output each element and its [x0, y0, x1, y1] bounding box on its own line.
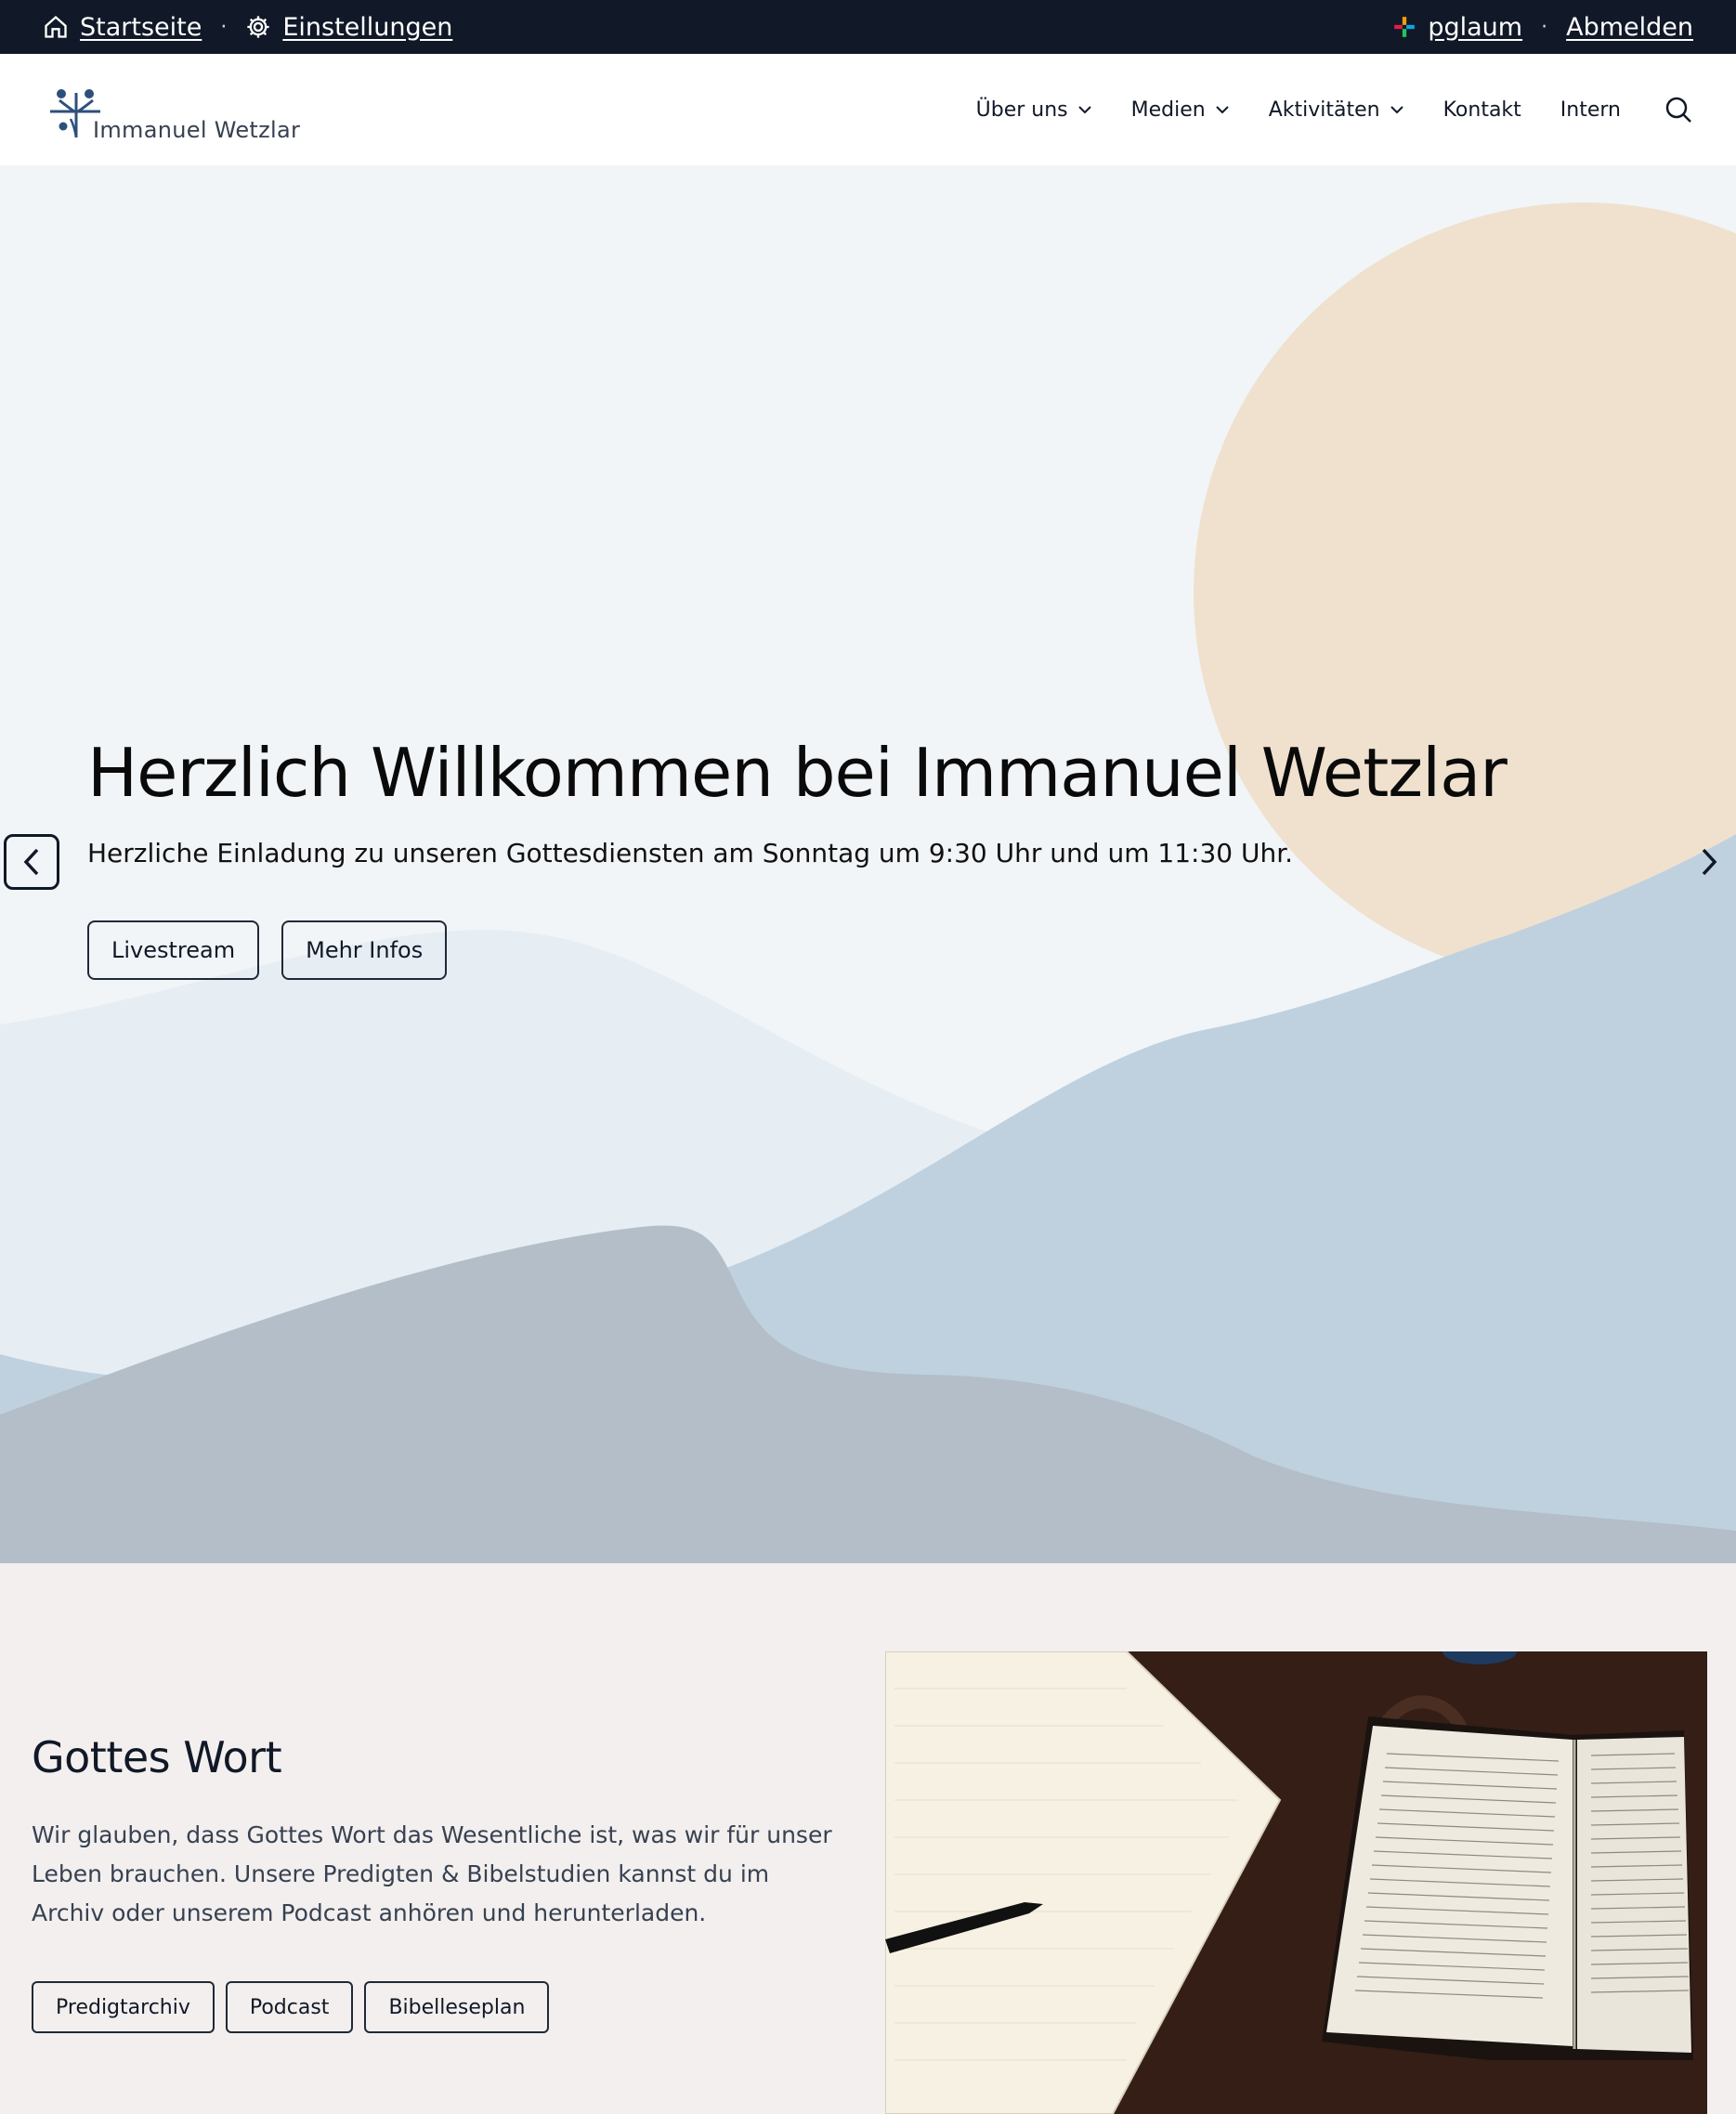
search-icon[interactable]: [1664, 95, 1693, 124]
nav-item-ueber-uns[interactable]: Über uns: [976, 98, 1092, 122]
predigtarchiv-button[interactable]: Predigtarchiv: [32, 1981, 215, 2033]
livestream-button[interactable]: Livestream: [87, 920, 260, 980]
nav-item-aktivitaeten[interactable]: Aktivitäten: [1269, 98, 1404, 122]
nav-item-label: Über uns: [975, 98, 1068, 122]
main-nav: Über uns Medien Aktivitäten Kontakt Inte…: [976, 95, 1693, 124]
section-buttons: Predigtarchiv Podcast Bibelleseplan: [32, 1981, 550, 2033]
nav-item-medien[interactable]: Medien: [1131, 98, 1230, 122]
nav-item-label: Kontakt: [1442, 98, 1521, 122]
admin-bar-left: Startseite · Einstellungen: [43, 13, 452, 42]
user-link[interactable]: pglaum: [1428, 13, 1522, 42]
bibelleseplan-button[interactable]: Bibelleseplan: [364, 1981, 550, 2033]
home-link[interactable]: Startseite: [80, 13, 202, 42]
admin-bar: Startseite · Einstellungen pglaum · Abme…: [0, 0, 1736, 54]
podcast-button[interactable]: Podcast: [225, 1981, 354, 2033]
hero-buttons: Livestream Mehr Infos: [87, 920, 448, 980]
chevron-down-icon: [1077, 106, 1091, 114]
site-logo[interactable]: Immanuel Wetzlar: [43, 72, 300, 147]
hero-slider: Herzlich Willkommen bei Immanuel Wetzlar…: [0, 165, 1736, 1563]
chevron-down-icon: [1390, 106, 1403, 114]
section-text: Wir glauben, dass Gottes Wort das Wesent…: [32, 1821, 832, 1926]
site-header: Immanuel Wetzlar Über uns Medien Aktivit…: [0, 54, 1736, 165]
hero-title: Herzlich Willkommen bei Immanuel Wetzlar: [87, 734, 1508, 812]
separator: ·: [220, 15, 228, 39]
home-icon[interactable]: [43, 14, 69, 40]
chevron-left-icon: [23, 848, 39, 876]
nav-item-kontakt[interactable]: Kontakt: [1443, 98, 1521, 122]
separator: ·: [1541, 15, 1548, 39]
chevron-right-icon: [1702, 848, 1717, 876]
chevron-down-icon: [1215, 106, 1229, 114]
nav-item-intern[interactable]: Intern: [1560, 98, 1621, 122]
slider-prev-button[interactable]: [4, 834, 59, 890]
user-avatar-icon: [1392, 15, 1416, 39]
admin-bar-right: pglaum · Abmelden: [1392, 13, 1693, 42]
slider-next-button[interactable]: [1690, 834, 1728, 890]
nav-item-label: Intern: [1560, 98, 1621, 122]
hero-subtitle: Herzliche Einladung zu unseren Gottesdie…: [87, 838, 1294, 868]
logout-link[interactable]: Abmelden: [1566, 13, 1693, 42]
logo-text: Immanuel Wetzlar: [93, 117, 301, 143]
nav-item-label: Aktivitäten: [1268, 98, 1380, 122]
settings-link[interactable]: Einstellungen: [282, 13, 452, 42]
bible-notebook-image: [885, 1651, 1707, 2114]
gear-icon[interactable]: [245, 14, 271, 40]
section-title: Gottes Wort: [32, 1732, 282, 1782]
bible-notebook-illustration: [885, 1651, 1707, 2114]
more-info-button[interactable]: Mehr Infos: [281, 920, 448, 980]
nav-item-label: Medien: [1130, 98, 1206, 122]
gottes-wort-section: Gottes Wort Wir glauben, dass Gottes Wor…: [0, 1563, 1736, 2114]
